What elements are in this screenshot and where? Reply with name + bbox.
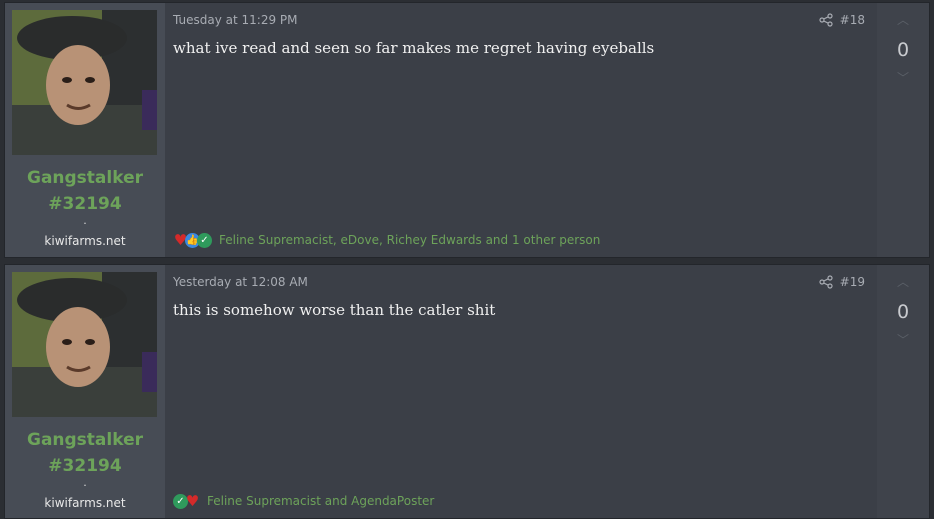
avatar[interactable] <box>12 10 157 155</box>
reaction-icons: ♥ 👍 ✓ <box>173 232 212 248</box>
share-icon[interactable] <box>819 13 833 27</box>
heart-icon: ♥ <box>185 491 200 510</box>
vote-count: 0 <box>896 301 910 323</box>
user-site: kiwifarms.net <box>44 234 126 248</box>
reactions-bar[interactable]: ♥ 👍 ✓ Feline Supremacist, eDove, Richey … <box>173 231 600 249</box>
user-sidebar: Gangstalker #32194 . kiwifarms.net <box>5 265 165 518</box>
reactions-text[interactable]: Feline Supremacist, eDove, Richey Edward… <box>219 233 600 247</box>
post-number[interactable]: #18 <box>840 13 865 27</box>
reaction-icons: ✓ ♥ <box>173 491 200 510</box>
downvote-chevron-icon[interactable]: ﹀ <box>877 69 929 86</box>
vote-column: ︿ 0 ﹀ <box>877 265 929 518</box>
post-18: Gangstalker #32194 . kiwifarms.net Tuesd… <box>4 2 930 258</box>
post-main: Yesterday at 12:08 AM #19 this is someho… <box>165 265 877 518</box>
vote-column: ︿ 0 ﹀ <box>877 3 929 257</box>
downvote-chevron-icon[interactable]: ﹀ <box>877 331 929 348</box>
username[interactable]: Gangstalker #32194 <box>5 165 165 217</box>
post-number[interactable]: #19 <box>840 275 865 289</box>
post-body: this is somehow worse than the catler sh… <box>173 301 496 319</box>
post-timestamp[interactable]: Yesterday at 12:08 AM <box>173 275 308 289</box>
user-site: kiwifarms.net <box>44 496 126 510</box>
post-timestamp[interactable]: Tuesday at 11:29 PM <box>173 13 298 27</box>
reactions-bar[interactable]: ✓ ♥ Feline Supremacist and AgendaPoster <box>173 492 434 510</box>
post-19: Gangstalker #32194 . kiwifarms.net Yeste… <box>4 264 930 519</box>
user-sidebar: Gangstalker #32194 . kiwifarms.net <box>5 3 165 257</box>
user-title-dot: . <box>83 476 87 489</box>
reactions-text[interactable]: Feline Supremacist and AgendaPoster <box>207 494 434 508</box>
upvote-chevron-icon[interactable]: ︿ <box>877 11 929 28</box>
user-title-dot: . <box>83 214 87 227</box>
username[interactable]: Gangstalker #32194 <box>5 427 165 479</box>
username-line1: Gangstalker <box>26 168 143 188</box>
post-body: what ive read and seen so far makes me r… <box>173 39 655 57</box>
upvote-chevron-icon[interactable]: ︿ <box>877 273 929 290</box>
username-line1: Gangstalker <box>26 430 143 450</box>
post-main: Tuesday at 11:29 PM #18 what ive read an… <box>165 3 877 257</box>
avatar[interactable] <box>12 272 157 417</box>
vote-count: 0 <box>896 39 910 61</box>
check-icon: ✓ <box>197 232 212 248</box>
share-icon[interactable] <box>819 275 833 289</box>
